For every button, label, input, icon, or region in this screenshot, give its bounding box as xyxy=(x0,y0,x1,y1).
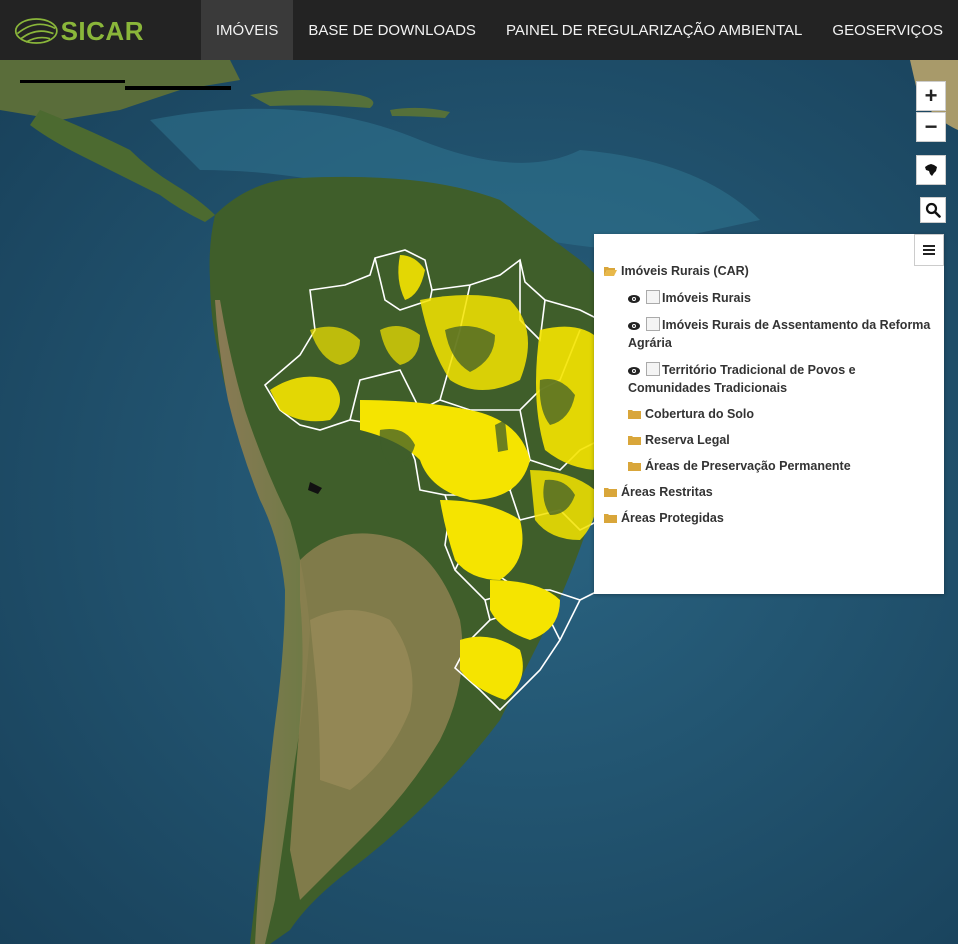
layer-label: Áreas de Preservação Permanente xyxy=(645,459,851,473)
broken-image-icon xyxy=(646,317,660,331)
eye-icon[interactable] xyxy=(628,321,640,331)
search-icon xyxy=(925,202,941,218)
layer-group-areas-restritas[interactable]: Áreas Restritas xyxy=(604,483,934,501)
layer-group-label: Imóveis Rurais (CAR) xyxy=(621,264,749,278)
layer-group-label: Áreas Protegidas xyxy=(621,511,724,525)
layer-group-areas-protegidas[interactable]: Áreas Protegidas xyxy=(604,509,934,527)
top-navbar: SICAR IMÓVEIS BASE DE DOWNLOADS PAINEL D… xyxy=(0,0,958,60)
layer-label: Cobertura do Solo xyxy=(645,407,755,421)
eye-icon[interactable] xyxy=(628,366,640,376)
broken-image-icon xyxy=(646,362,660,376)
folder-icon xyxy=(628,462,641,471)
zoom-in-button[interactable]: + xyxy=(916,81,946,111)
layer-folder-cobertura-do-solo[interactable]: Cobertura do Solo xyxy=(604,405,934,423)
brazil-extent-button[interactable] xyxy=(916,155,946,185)
nav-base-de-downloads[interactable]: BASE DE DOWNLOADS xyxy=(293,0,491,60)
layer-label: Imóveis Rurais de Assentamento da Reform… xyxy=(628,318,931,350)
layer-group-imoveis-rurais-car[interactable]: Imóveis Rurais (CAR) xyxy=(604,262,934,280)
layer-territorio-tradicional[interactable]: Território Tradicional de Povos e Comuni… xyxy=(604,360,934,397)
folder-icon xyxy=(604,488,617,497)
folder-icon xyxy=(628,436,641,445)
zoom-out-button[interactable]: − xyxy=(916,112,946,142)
broken-image-icon xyxy=(646,290,660,304)
layer-label: Território Tradicional de Povos e Comuni… xyxy=(628,363,856,395)
layer-assentamento-reforma-agraria[interactable]: Imóveis Rurais de Assentamento da Reform… xyxy=(604,315,934,352)
scale-bar-segment-1 xyxy=(20,80,125,83)
layers-panel: Imóveis Rurais (CAR) Imóveis Rurais Imóv… xyxy=(594,234,944,594)
main-nav: IMÓVEIS BASE DE DOWNLOADS PAINEL DE REGU… xyxy=(200,0,958,60)
nav-painel-regularizacao[interactable]: PAINEL DE REGULARIZAÇÃO AMBIENTAL xyxy=(491,0,817,60)
layer-group-label: Áreas Restritas xyxy=(621,485,713,499)
layer-folder-reserva-legal[interactable]: Reserva Legal xyxy=(604,431,934,449)
scale-bar-segment-2 xyxy=(125,86,231,90)
layer-label: Reserva Legal xyxy=(645,433,730,447)
sicar-logo-icon xyxy=(14,18,58,44)
layer-label: Imóveis Rurais xyxy=(662,291,751,305)
folder-open-icon xyxy=(604,267,617,276)
sicar-logo[interactable]: SICAR xyxy=(14,14,144,48)
folder-icon xyxy=(628,410,641,419)
menu-icon xyxy=(923,245,935,255)
nav-geoservicos[interactable]: GEOSERVIÇOS xyxy=(817,0,958,60)
layer-folder-app[interactable]: Áreas de Preservação Permanente xyxy=(604,457,934,475)
folder-icon xyxy=(604,514,617,523)
brand-name: SICAR xyxy=(60,15,144,46)
nav-imoveis[interactable]: IMÓVEIS xyxy=(200,0,294,60)
layer-imoveis-rurais[interactable]: Imóveis Rurais xyxy=(604,288,934,307)
eye-icon[interactable] xyxy=(628,294,640,304)
search-button[interactable] xyxy=(920,197,946,223)
layer-tree: Imóveis Rurais (CAR) Imóveis Rurais Imóv… xyxy=(604,262,934,535)
brazil-map-icon xyxy=(925,164,937,176)
